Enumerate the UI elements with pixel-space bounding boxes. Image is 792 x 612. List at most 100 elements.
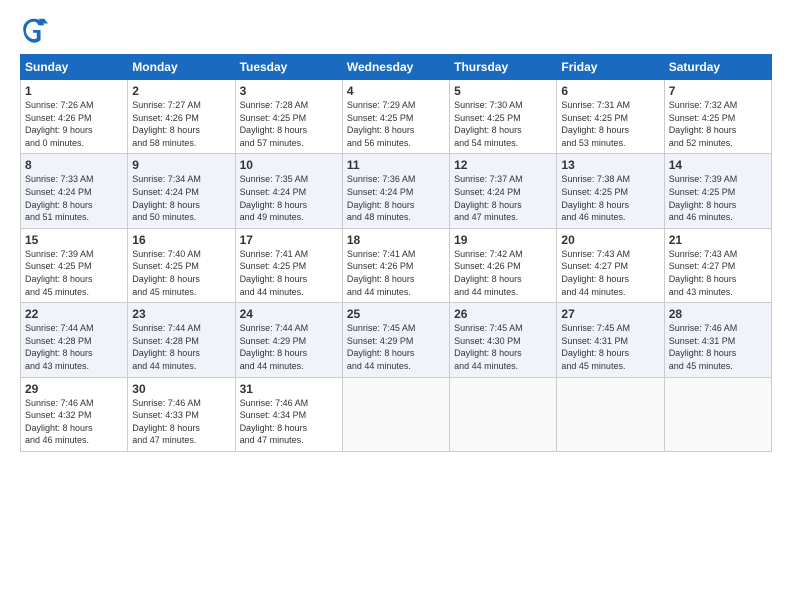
day-info: Sunrise: 7:41 AMSunset: 4:26 PMDaylight:… bbox=[347, 248, 445, 298]
calendar-cell: 8Sunrise: 7:33 AMSunset: 4:24 PMDaylight… bbox=[21, 154, 128, 228]
day-info: Sunrise: 7:37 AMSunset: 4:24 PMDaylight:… bbox=[454, 173, 552, 223]
day-info: Sunrise: 7:34 AMSunset: 4:24 PMDaylight:… bbox=[132, 173, 230, 223]
day-info: Sunrise: 7:26 AMSunset: 4:26 PMDaylight:… bbox=[25, 99, 123, 149]
day-info: Sunrise: 7:39 AMSunset: 4:25 PMDaylight:… bbox=[669, 173, 767, 223]
col-header-wednesday: Wednesday bbox=[342, 55, 449, 80]
week-row-3: 15Sunrise: 7:39 AMSunset: 4:25 PMDayligh… bbox=[21, 228, 772, 302]
day-number: 25 bbox=[347, 307, 445, 321]
day-info: Sunrise: 7:46 AMSunset: 4:32 PMDaylight:… bbox=[25, 397, 123, 447]
calendar-cell: 17Sunrise: 7:41 AMSunset: 4:25 PMDayligh… bbox=[235, 228, 342, 302]
day-info: Sunrise: 7:45 AMSunset: 4:31 PMDaylight:… bbox=[561, 322, 659, 372]
week-row-1: 1Sunrise: 7:26 AMSunset: 4:26 PMDaylight… bbox=[21, 80, 772, 154]
calendar-cell: 12Sunrise: 7:37 AMSunset: 4:24 PMDayligh… bbox=[450, 154, 557, 228]
calendar-cell bbox=[557, 377, 664, 451]
day-info: Sunrise: 7:44 AMSunset: 4:29 PMDaylight:… bbox=[240, 322, 338, 372]
calendar-cell bbox=[664, 377, 771, 451]
day-info: Sunrise: 7:45 AMSunset: 4:30 PMDaylight:… bbox=[454, 322, 552, 372]
day-number: 5 bbox=[454, 84, 552, 98]
day-number: 27 bbox=[561, 307, 659, 321]
col-header-sunday: Sunday bbox=[21, 55, 128, 80]
day-number: 8 bbox=[25, 158, 123, 172]
calendar-cell: 1Sunrise: 7:26 AMSunset: 4:26 PMDaylight… bbox=[21, 80, 128, 154]
day-info: Sunrise: 7:46 AMSunset: 4:34 PMDaylight:… bbox=[240, 397, 338, 447]
day-info: Sunrise: 7:44 AMSunset: 4:28 PMDaylight:… bbox=[25, 322, 123, 372]
day-info: Sunrise: 7:41 AMSunset: 4:25 PMDaylight:… bbox=[240, 248, 338, 298]
day-info: Sunrise: 7:46 AMSunset: 4:33 PMDaylight:… bbox=[132, 397, 230, 447]
calendar-cell: 15Sunrise: 7:39 AMSunset: 4:25 PMDayligh… bbox=[21, 228, 128, 302]
day-info: Sunrise: 7:35 AMSunset: 4:24 PMDaylight:… bbox=[240, 173, 338, 223]
calendar-cell: 23Sunrise: 7:44 AMSunset: 4:28 PMDayligh… bbox=[128, 303, 235, 377]
day-number: 28 bbox=[669, 307, 767, 321]
day-info: Sunrise: 7:27 AMSunset: 4:26 PMDaylight:… bbox=[132, 99, 230, 149]
page: SundayMondayTuesdayWednesdayThursdayFrid… bbox=[0, 0, 792, 612]
calendar-cell: 27Sunrise: 7:45 AMSunset: 4:31 PMDayligh… bbox=[557, 303, 664, 377]
calendar-cell bbox=[342, 377, 449, 451]
day-info: Sunrise: 7:46 AMSunset: 4:31 PMDaylight:… bbox=[669, 322, 767, 372]
day-number: 20 bbox=[561, 233, 659, 247]
day-number: 19 bbox=[454, 233, 552, 247]
calendar-cell: 25Sunrise: 7:45 AMSunset: 4:29 PMDayligh… bbox=[342, 303, 449, 377]
day-number: 31 bbox=[240, 382, 338, 396]
day-number: 24 bbox=[240, 307, 338, 321]
day-number: 22 bbox=[25, 307, 123, 321]
day-number: 2 bbox=[132, 84, 230, 98]
day-number: 3 bbox=[240, 84, 338, 98]
calendar-cell: 3Sunrise: 7:28 AMSunset: 4:25 PMDaylight… bbox=[235, 80, 342, 154]
day-number: 13 bbox=[561, 158, 659, 172]
day-info: Sunrise: 7:42 AMSunset: 4:26 PMDaylight:… bbox=[454, 248, 552, 298]
day-number: 30 bbox=[132, 382, 230, 396]
calendar-cell: 11Sunrise: 7:36 AMSunset: 4:24 PMDayligh… bbox=[342, 154, 449, 228]
logo-icon bbox=[20, 16, 48, 44]
col-header-thursday: Thursday bbox=[450, 55, 557, 80]
day-info: Sunrise: 7:31 AMSunset: 4:25 PMDaylight:… bbox=[561, 99, 659, 149]
day-info: Sunrise: 7:40 AMSunset: 4:25 PMDaylight:… bbox=[132, 248, 230, 298]
week-row-2: 8Sunrise: 7:33 AMSunset: 4:24 PMDaylight… bbox=[21, 154, 772, 228]
calendar-cell: 16Sunrise: 7:40 AMSunset: 4:25 PMDayligh… bbox=[128, 228, 235, 302]
day-info: Sunrise: 7:28 AMSunset: 4:25 PMDaylight:… bbox=[240, 99, 338, 149]
header bbox=[20, 16, 772, 44]
logo bbox=[20, 16, 52, 44]
day-number: 4 bbox=[347, 84, 445, 98]
week-row-4: 22Sunrise: 7:44 AMSunset: 4:28 PMDayligh… bbox=[21, 303, 772, 377]
calendar-cell: 14Sunrise: 7:39 AMSunset: 4:25 PMDayligh… bbox=[664, 154, 771, 228]
day-number: 14 bbox=[669, 158, 767, 172]
day-number: 23 bbox=[132, 307, 230, 321]
day-number: 15 bbox=[25, 233, 123, 247]
day-info: Sunrise: 7:33 AMSunset: 4:24 PMDaylight:… bbox=[25, 173, 123, 223]
calendar-cell: 28Sunrise: 7:46 AMSunset: 4:31 PMDayligh… bbox=[664, 303, 771, 377]
calendar-cell: 29Sunrise: 7:46 AMSunset: 4:32 PMDayligh… bbox=[21, 377, 128, 451]
week-row-5: 29Sunrise: 7:46 AMSunset: 4:32 PMDayligh… bbox=[21, 377, 772, 451]
calendar-cell: 30Sunrise: 7:46 AMSunset: 4:33 PMDayligh… bbox=[128, 377, 235, 451]
day-number: 7 bbox=[669, 84, 767, 98]
calendar-cell: 19Sunrise: 7:42 AMSunset: 4:26 PMDayligh… bbox=[450, 228, 557, 302]
day-info: Sunrise: 7:38 AMSunset: 4:25 PMDaylight:… bbox=[561, 173, 659, 223]
col-header-saturday: Saturday bbox=[664, 55, 771, 80]
calendar-cell: 31Sunrise: 7:46 AMSunset: 4:34 PMDayligh… bbox=[235, 377, 342, 451]
day-number: 21 bbox=[669, 233, 767, 247]
calendar-cell: 7Sunrise: 7:32 AMSunset: 4:25 PMDaylight… bbox=[664, 80, 771, 154]
calendar-cell: 20Sunrise: 7:43 AMSunset: 4:27 PMDayligh… bbox=[557, 228, 664, 302]
calendar-cell: 10Sunrise: 7:35 AMSunset: 4:24 PMDayligh… bbox=[235, 154, 342, 228]
calendar-cell: 21Sunrise: 7:43 AMSunset: 4:27 PMDayligh… bbox=[664, 228, 771, 302]
calendar-cell: 9Sunrise: 7:34 AMSunset: 4:24 PMDaylight… bbox=[128, 154, 235, 228]
day-number: 12 bbox=[454, 158, 552, 172]
calendar-cell: 26Sunrise: 7:45 AMSunset: 4:30 PMDayligh… bbox=[450, 303, 557, 377]
day-number: 26 bbox=[454, 307, 552, 321]
day-info: Sunrise: 7:43 AMSunset: 4:27 PMDaylight:… bbox=[669, 248, 767, 298]
calendar-cell: 13Sunrise: 7:38 AMSunset: 4:25 PMDayligh… bbox=[557, 154, 664, 228]
day-number: 6 bbox=[561, 84, 659, 98]
calendar-cell: 2Sunrise: 7:27 AMSunset: 4:26 PMDaylight… bbox=[128, 80, 235, 154]
calendar-table: SundayMondayTuesdayWednesdayThursdayFrid… bbox=[20, 54, 772, 452]
day-info: Sunrise: 7:32 AMSunset: 4:25 PMDaylight:… bbox=[669, 99, 767, 149]
day-info: Sunrise: 7:43 AMSunset: 4:27 PMDaylight:… bbox=[561, 248, 659, 298]
day-number: 29 bbox=[25, 382, 123, 396]
day-info: Sunrise: 7:45 AMSunset: 4:29 PMDaylight:… bbox=[347, 322, 445, 372]
day-number: 1 bbox=[25, 84, 123, 98]
day-number: 17 bbox=[240, 233, 338, 247]
day-number: 16 bbox=[132, 233, 230, 247]
day-info: Sunrise: 7:29 AMSunset: 4:25 PMDaylight:… bbox=[347, 99, 445, 149]
day-number: 10 bbox=[240, 158, 338, 172]
calendar-cell: 4Sunrise: 7:29 AMSunset: 4:25 PMDaylight… bbox=[342, 80, 449, 154]
day-info: Sunrise: 7:30 AMSunset: 4:25 PMDaylight:… bbox=[454, 99, 552, 149]
col-header-tuesday: Tuesday bbox=[235, 55, 342, 80]
